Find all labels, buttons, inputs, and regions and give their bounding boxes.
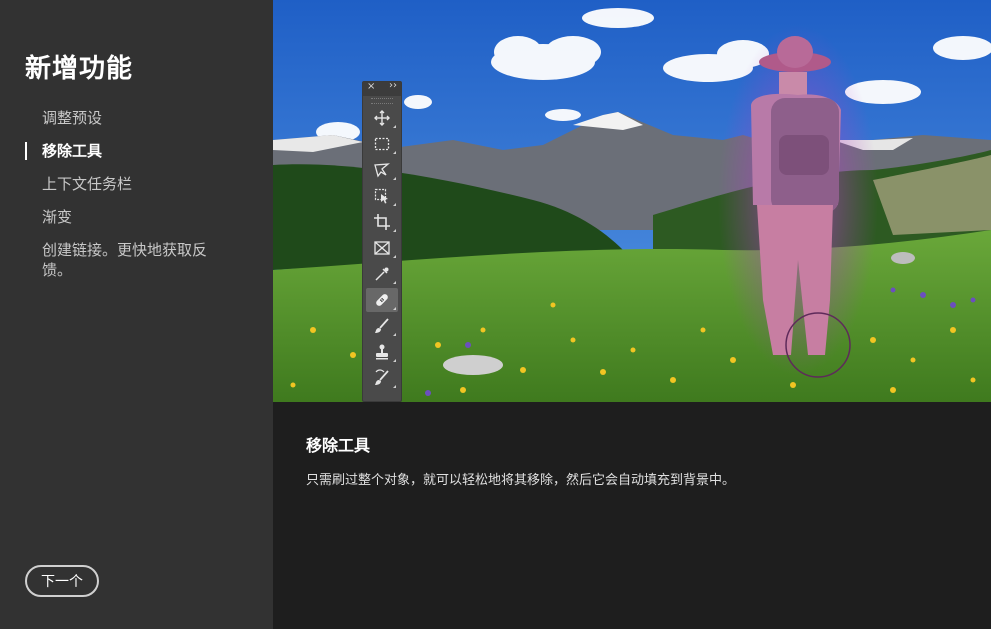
eyedropper-tool-button[interactable] [366,262,398,286]
feature-title: 移除工具 [306,436,371,455]
hero-image: × ›› [273,0,991,402]
history-brush-icon [375,369,389,385]
brush-tool-button[interactable] [366,314,398,338]
panel-grip-handle[interactable] [371,98,393,104]
tools-panel-header: × ›› [363,80,401,96]
clone-stamp-tool-button[interactable] [366,340,398,364]
feature-description: 只需刷过整个对象，就可以轻松地将其移除，然后它会自动填充到背景中。 [306,473,736,488]
close-icon[interactable]: × [367,81,375,92]
nav-item-gradient[interactable]: 渐变 [0,207,273,227]
clone-stamp-icon [376,344,388,360]
sidebar: 新增功能 调整预设 移除工具 上下文任务栏 渐变 创建链接。更快地获取反馈。 下… [0,0,273,629]
tools-panel: × ›› [362,80,402,402]
sidebar-nav: 调整预设 移除工具 上下文任务栏 渐变 创建链接。更快地获取反馈。 [0,108,273,293]
remove-tool-button[interactable] [366,288,398,312]
collapse-icon[interactable]: ›› [389,80,397,91]
main-content: × ›› 移除工具 只需刷过整个对象，就可以轻松地将其移除，然后它会自动填充到背… [273,0,991,629]
nav-item-remove-tool[interactable]: 移除工具 [0,141,273,161]
history-brush-tool-button[interactable] [366,366,398,390]
object-select-tool-button[interactable] [366,184,398,208]
nav-item-contextual-taskbar[interactable]: 上下文任务栏 [0,174,273,194]
move-tool-button[interactable] [366,106,398,130]
healing-bandage-icon [376,294,388,306]
crop-tool-button[interactable] [366,210,398,234]
sidebar-title: 新增功能 [25,54,134,84]
brush-icon [375,318,389,333]
move-icon [374,110,390,126]
object-select-icon [374,188,388,204]
frame-icon [374,241,390,255]
marquee-tool-button[interactable] [366,132,398,156]
nav-item-adjustment-presets[interactable]: 调整预设 [0,108,273,128]
frame-tool-button[interactable] [366,236,398,260]
crop-icon [374,214,390,230]
marquee-icon [374,137,390,151]
feature-caption: 移除工具 只需刷过整个对象，就可以轻松地将其移除，然后它会自动填充到背景中。 [306,432,735,488]
eyedropper-icon [375,267,389,281]
lasso-icon [374,163,390,178]
next-button[interactable]: 下一个 [25,565,99,597]
nav-item-share-for-review[interactable]: 创建链接。更快地获取反馈。 [0,240,273,280]
lasso-tool-button[interactable] [366,158,398,182]
